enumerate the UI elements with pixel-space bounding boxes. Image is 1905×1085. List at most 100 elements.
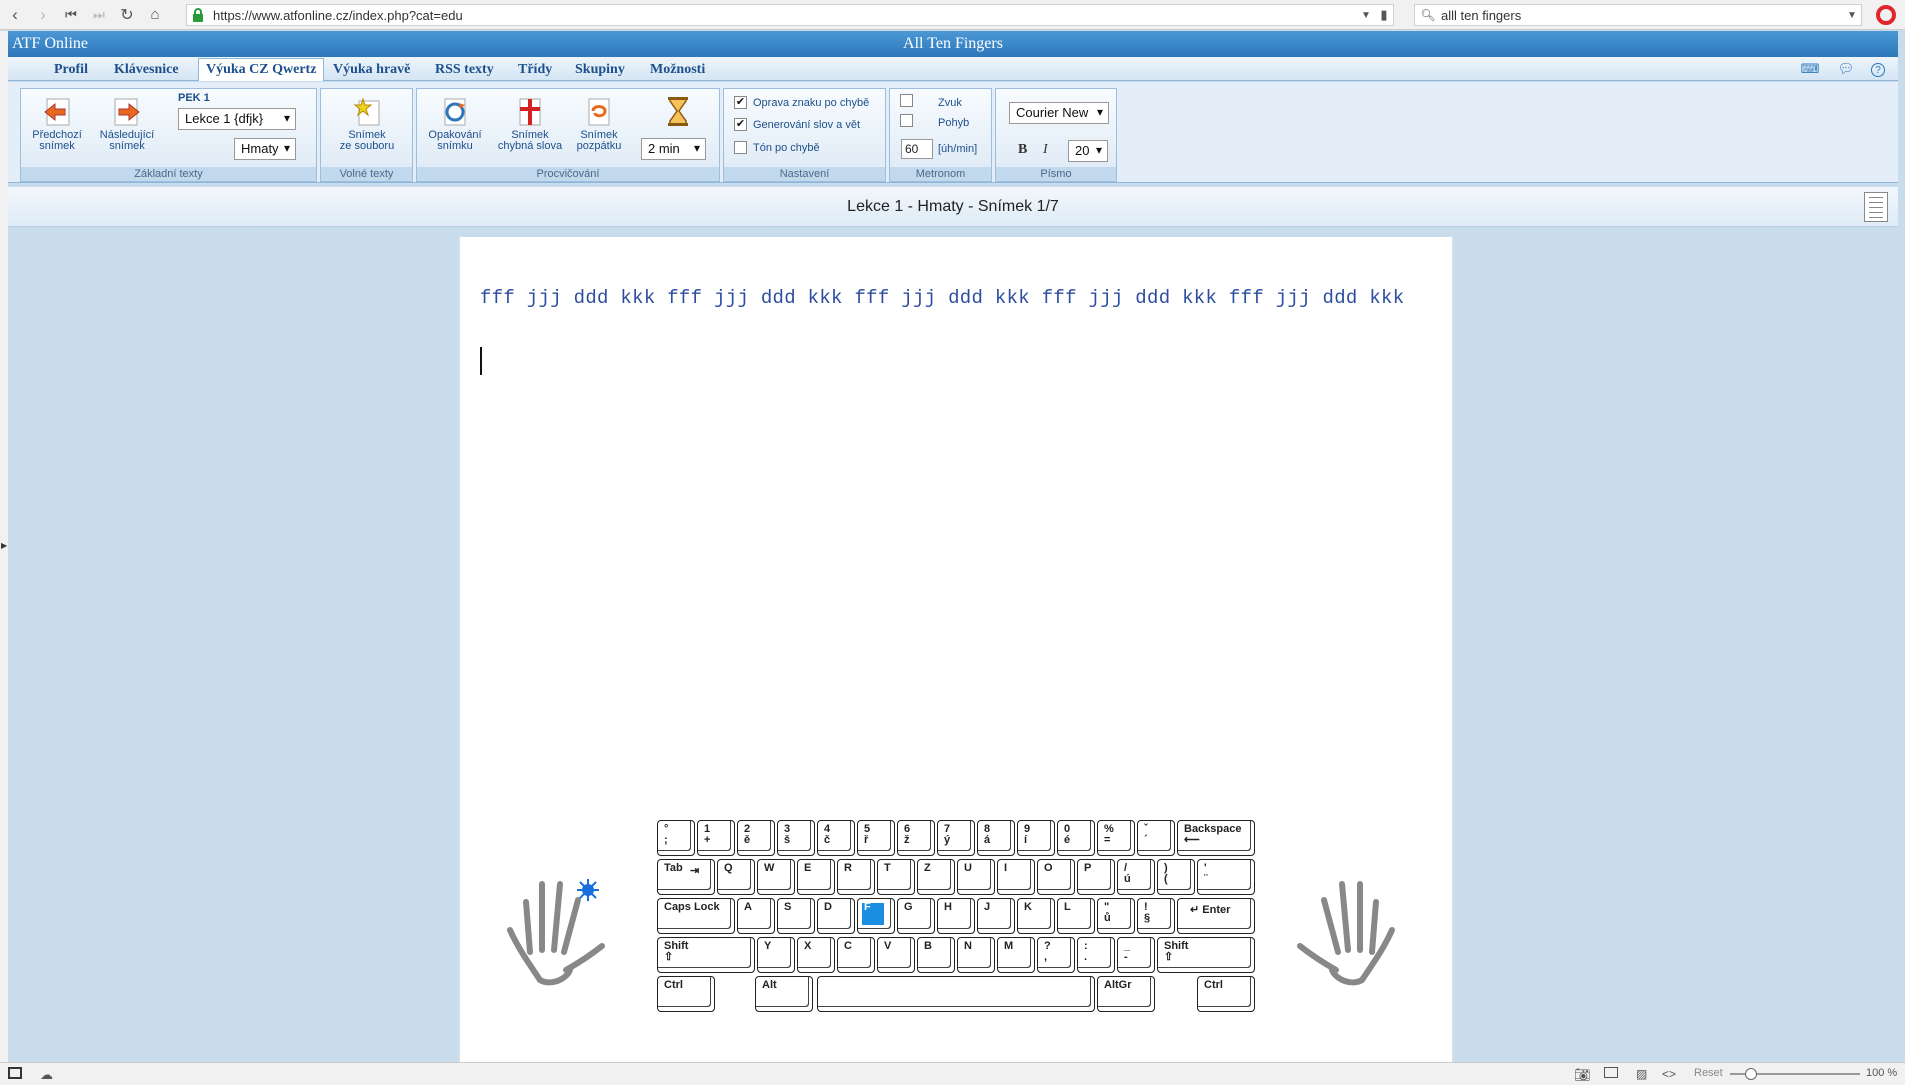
key: " ů (1097, 898, 1135, 934)
wrong-words-button[interactable]: Snímek chybná slova (493, 95, 567, 152)
menu-vyuka-hrave[interactable]: Výuka hravě (326, 60, 417, 80)
menu-tridy[interactable]: Třídy (511, 60, 559, 80)
key: D (817, 898, 855, 934)
option-zvuk[interactable] (900, 94, 919, 107)
group-label-nastaveni: Nastavení (724, 167, 885, 181)
group-label-volne: Volné texty (321, 167, 412, 181)
key-highlighted: F (857, 898, 895, 934)
cloud-icon[interactable]: ☁ (40, 1067, 53, 1083)
app-title: All Ten Fingers (903, 35, 1003, 52)
option-generovani[interactable]: ✔ Generování slov a vět (734, 118, 860, 131)
url-dropdown-icon[interactable]: ▼ (1357, 10, 1375, 21)
prev-slide-button[interactable]: Předchozí snímek (27, 95, 87, 152)
key-alt: Alt (755, 976, 813, 1012)
time-select[interactable]: 2 min (641, 138, 706, 160)
italic-button[interactable]: I (1043, 142, 1048, 158)
window-icon[interactable] (1604, 1067, 1618, 1078)
wrong-words-icon (519, 98, 541, 126)
key: ! § (1137, 898, 1175, 934)
key: H (937, 898, 975, 934)
font-select[interactable]: Courier New (1009, 102, 1109, 124)
panel-toggle-icon[interactable] (8, 1067, 22, 1079)
key: S (777, 898, 815, 934)
finger-indicator-icon (577, 879, 599, 901)
prev-label-2: snímek (39, 140, 75, 152)
slide-from-file-button[interactable]: Snímek ze souboru (331, 95, 403, 152)
menu-klavesnice[interactable]: Klávesnice (107, 60, 186, 80)
menu-moznosti[interactable]: Možnosti (643, 60, 712, 80)
key: E (797, 859, 835, 895)
menu-skupiny[interactable]: Skupiny (568, 60, 632, 80)
key: X (797, 937, 835, 973)
menu-rss-texty[interactable]: RSS texty (428, 60, 501, 80)
mode-select[interactable]: Hmaty (234, 138, 296, 160)
key: R (837, 859, 875, 895)
key: B (917, 937, 955, 973)
home-icon[interactable]: ⌂ (142, 2, 168, 28)
forward-icon[interactable]: › (30, 2, 56, 28)
key: 0é (1057, 820, 1095, 856)
repeat-icon (444, 98, 466, 126)
left-hand-icon (507, 879, 605, 986)
font-size-select[interactable]: 20 (1068, 140, 1108, 162)
tempo-unit: [úh/min] (938, 143, 978, 155)
repeat-slide-button[interactable]: Opakování snímku (425, 95, 485, 152)
tempo-input[interactable]: 60 (901, 139, 933, 159)
key-altgr: AltGr (1097, 976, 1155, 1012)
key: 5ř (857, 820, 895, 856)
oprava-checkbox[interactable]: ✔ (734, 96, 747, 109)
key-backspace: Backspace ⟵ (1177, 820, 1255, 856)
next-slide-button[interactable]: Následující snímek (93, 95, 161, 152)
keyboard-icon[interactable]: ⌨ (1801, 61, 1820, 77)
ton-checkbox[interactable] (734, 141, 747, 154)
search-dropdown-icon[interactable]: ▼ (1843, 10, 1861, 21)
camera-icon[interactable]: 📷︎ (1574, 1067, 1591, 1083)
option-pohyb[interactable] (900, 114, 919, 127)
option-ton-po-chybe[interactable]: Tón po chybě (734, 141, 820, 154)
lesson-bar: Lekce 1 - Hmaty - Snímek 1/7 (8, 187, 1898, 227)
sidebar-toggle-icon[interactable]: ▶ (1, 541, 7, 550)
group-label-pismo: Písmo (996, 167, 1116, 181)
typing-area[interactable]: fff jjj ddd kkk fff jjj ddd kkk fff jjj … (459, 237, 1453, 1062)
zoom-slider-handle[interactable] (1745, 1068, 1757, 1080)
option-oprava-znaku[interactable]: ✔ Oprava znaku po chybě (734, 96, 869, 109)
pohyb-checkbox[interactable] (900, 114, 913, 127)
key-ctrl-right: Ctrl (1197, 976, 1255, 1012)
reload-icon[interactable]: ↻ (114, 2, 140, 28)
wrong-label-2: chybná slova (497, 140, 563, 152)
search-bar[interactable]: 🔍︎ alll ten fingers ▼ (1414, 4, 1862, 26)
menu-vyuka-cz-qwertz[interactable]: Výuka CZ Qwertz (198, 58, 325, 81)
key-tab: Tab ⇥ (657, 859, 715, 895)
menu-profil[interactable]: Profil (47, 60, 95, 80)
chat-icon[interactable]: 💬︎ (1837, 61, 1855, 77)
sidebar-gutter[interactable]: ▶ (0, 31, 8, 1062)
zoom-reset[interactable]: Reset (1694, 1067, 1723, 1079)
code-icon[interactable]: <> (1662, 1067, 1676, 1081)
backwards-button[interactable]: Snímek pozpátku (569, 95, 629, 152)
key-caps-lock: Caps Lock (657, 898, 735, 934)
image-icon[interactable]: ▨ (1636, 1067, 1647, 1081)
virtual-keyboard: °; 1 + 2ě 3š 4č 5ř 6ž 7ý 8á 9í 0é % = ˇ ´ B… (657, 820, 1257, 1020)
key: T (877, 859, 915, 895)
key: % = (1097, 820, 1135, 856)
help-icon[interactable]: ? (1871, 63, 1885, 77)
last-page-icon[interactable]: ⏭ (86, 2, 112, 28)
search-icon: 🔍︎ (1420, 8, 1436, 22)
bookmark-icon[interactable]: ▮ (1375, 7, 1393, 23)
bold-button[interactable]: B (1018, 142, 1027, 158)
zvuk-checkbox[interactable] (900, 94, 913, 107)
back-icon[interactable]: ‹ (2, 2, 28, 28)
lesson-select[interactable]: Lekce 1 {dfjk} (178, 108, 296, 130)
key: G (897, 898, 935, 934)
address-bar[interactable]: https://www.atfonline.cz/index.php?cat=e… (186, 4, 1394, 26)
drill-text: fff jjj ddd kkk fff jjj ddd kkk fff jjj … (480, 287, 1405, 309)
arrow-left-icon (44, 98, 70, 126)
document-icon[interactable] (1864, 192, 1888, 222)
key: °; (657, 820, 695, 856)
opera-logo-icon[interactable] (1876, 5, 1896, 25)
key: 2ě (737, 820, 775, 856)
key: A (737, 898, 775, 934)
zvuk-label: Zvuk (938, 97, 962, 109)
first-page-icon[interactable]: ⏮ (58, 2, 84, 28)
generovani-checkbox[interactable]: ✔ (734, 118, 747, 131)
